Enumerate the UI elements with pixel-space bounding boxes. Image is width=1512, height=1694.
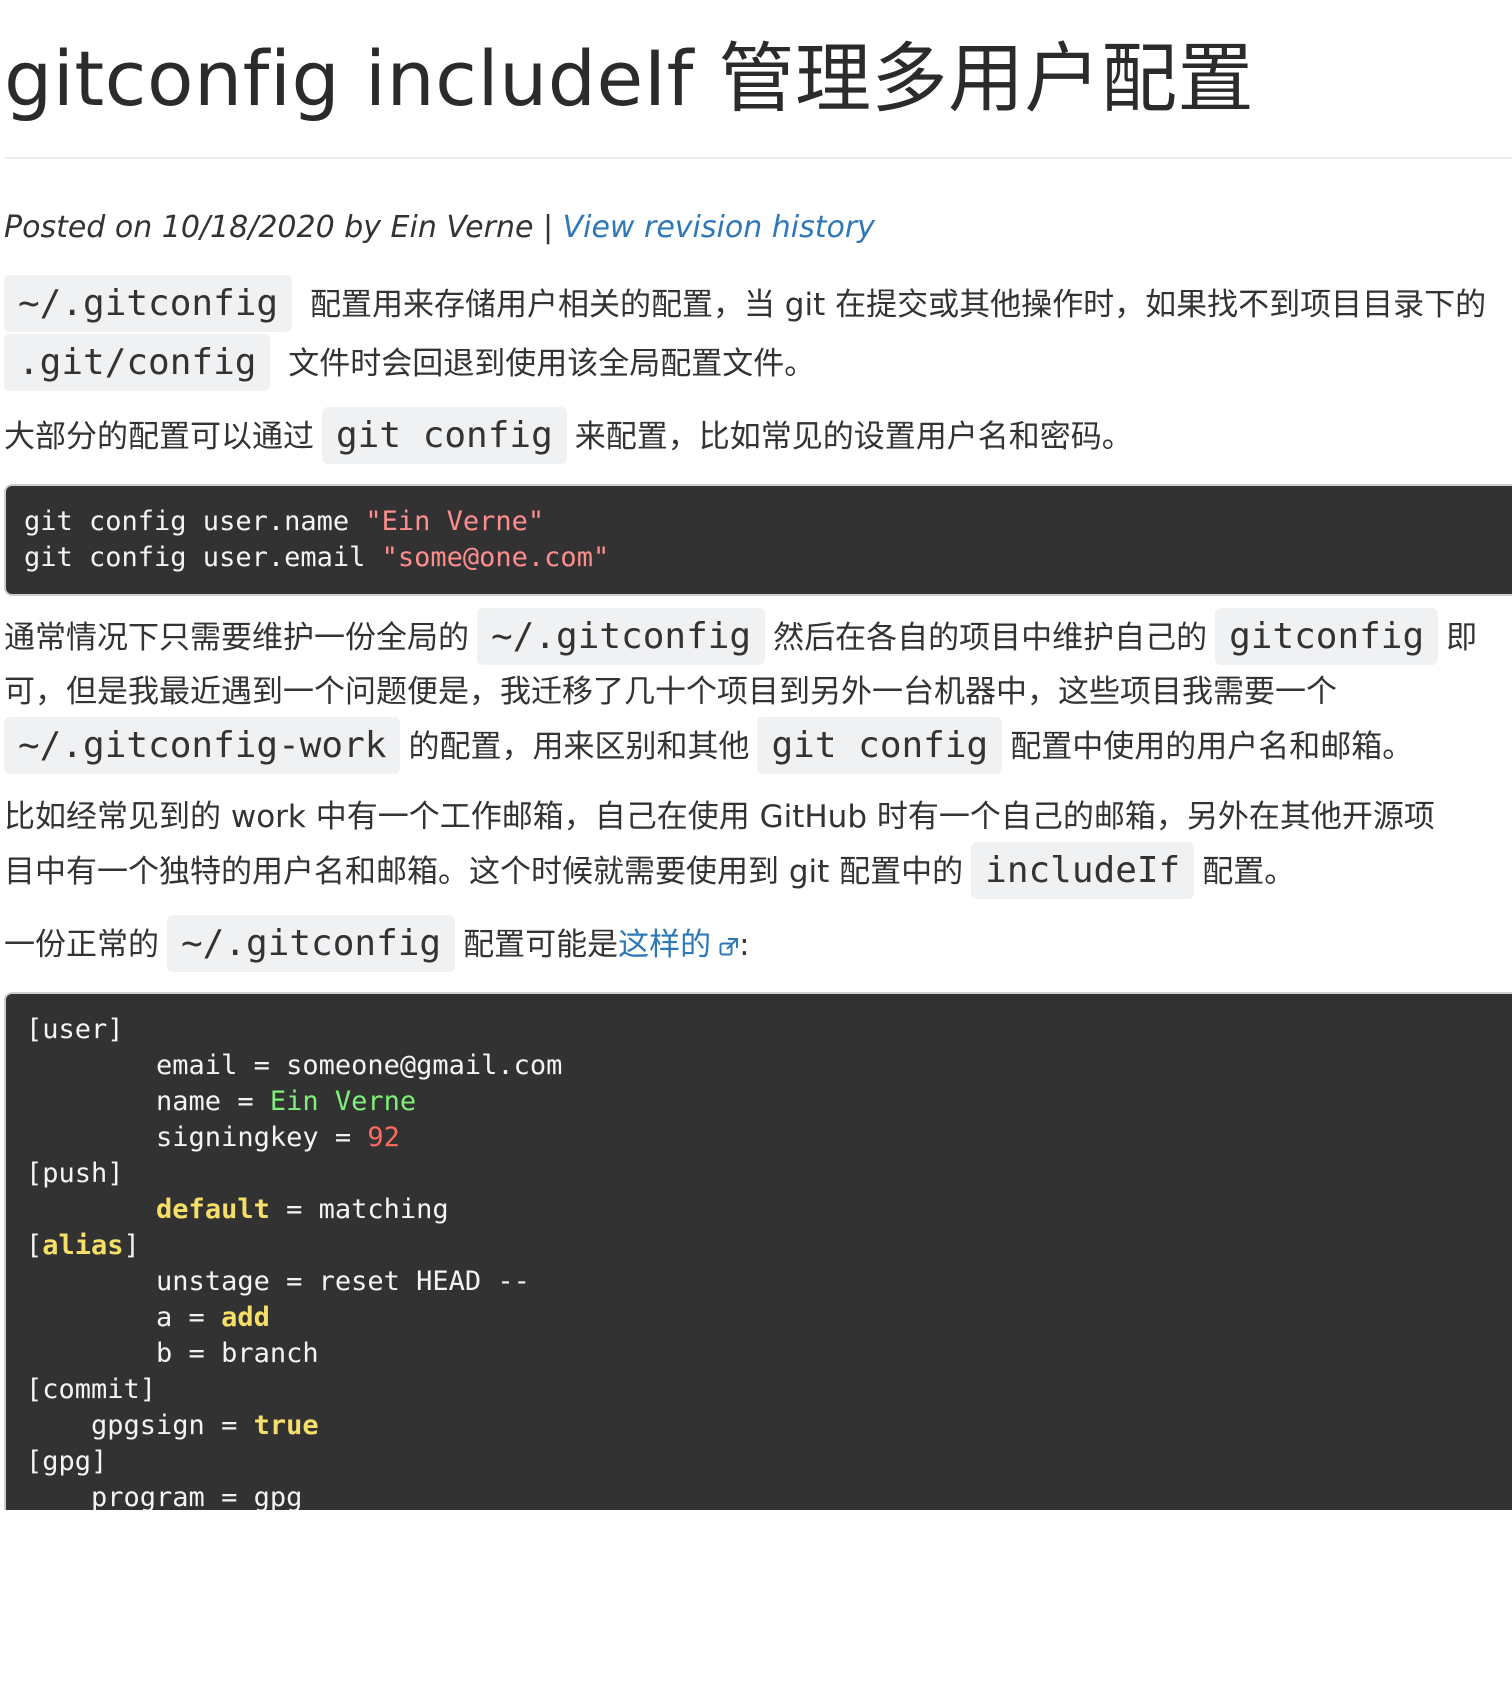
code-block-gitconfig-example: [user] email = someone@gmail.com name = … bbox=[4, 992, 1512, 1510]
code-line: a = add bbox=[26, 1300, 1512, 1336]
paragraph-text: 的配置，用来区别和其他 bbox=[408, 729, 750, 765]
code-string: "Ein Verne" bbox=[365, 506, 545, 537]
code-value: Ein Verne bbox=[269, 1086, 417, 1117]
code-line: name = Ein Verne bbox=[26, 1084, 1512, 1120]
inline-code-gitconfig-local: gitconfig bbox=[1215, 608, 1439, 665]
code-line: default = matching bbox=[26, 1192, 1512, 1228]
code-line: [user] bbox=[26, 1014, 124, 1045]
code-line: [push] bbox=[26, 1158, 124, 1189]
code-text: a = bbox=[26, 1302, 222, 1333]
article: gitconfig includeIf 管理多用户配置 Posted on 10… bbox=[4, 0, 1512, 1510]
paragraph-2: 大部分的配置可以通过 git config 来配置，比如常见的设置用户名和密码。 bbox=[4, 407, 1512, 466]
inline-code-includeif: includeIf bbox=[971, 842, 1195, 899]
posted-info: Posted on 10/18/2020 by Ein Verne | bbox=[4, 210, 563, 245]
code-text: gpgsign = bbox=[26, 1410, 254, 1441]
code-text: name = bbox=[26, 1086, 270, 1117]
code-text: ] bbox=[123, 1230, 140, 1261]
inline-code-git-config: git config bbox=[757, 717, 1003, 774]
paragraph-4: 比如经常见到的 work 中有一个工作邮箱，自己在使用 GitHub 时有一个自… bbox=[4, 790, 1512, 899]
paragraph-5: 一份正常的 ~/.gitconfig 配置可能是这样的: bbox=[4, 915, 1512, 974]
code-line: program = gpg bbox=[26, 1482, 303, 1510]
code-line: gpgsign = true bbox=[26, 1408, 1512, 1444]
paragraph-text: 比如经常见到的 work 中有一个工作邮箱，自己在使用 GitHub 时有一个自… bbox=[4, 799, 1435, 835]
post-meta: Posted on 10/18/2020 by Ein Verne | View… bbox=[4, 209, 1512, 247]
code-text: [ bbox=[26, 1230, 43, 1261]
inline-code-gitconfig: ~/.gitconfig bbox=[167, 915, 456, 972]
code-keyword: add bbox=[221, 1302, 270, 1333]
page-title: gitconfig includeIf 管理多用户配置 bbox=[4, 34, 1255, 123]
external-link-icon bbox=[719, 938, 739, 956]
code-line: b = branch bbox=[26, 1338, 319, 1369]
code-line: git config user.name "Ein Verne" bbox=[24, 504, 1512, 540]
paragraph-1: ~/.gitconfig 配置用来存储用户相关的配置，当 git 在提交或其他操… bbox=[4, 275, 1512, 393]
code-line: [gpg] bbox=[26, 1446, 108, 1477]
revision-history-link[interactable]: View revision history bbox=[563, 210, 875, 245]
paragraph-text: 可，但是我最近遇到一个问题便是，我迁移了几十个项目到另外一台机器中，这些项目我需… bbox=[4, 674, 1337, 710]
title-divider bbox=[4, 157, 1512, 159]
paragraph-text: 即 bbox=[1446, 620, 1478, 656]
paragraph-text: 然后在各自的项目中维护自己的 bbox=[773, 620, 1208, 656]
code-line: signingkey = 92 bbox=[26, 1120, 1512, 1156]
paragraph-text: 文件时会回退到使用该全局配置文件。 bbox=[278, 346, 816, 382]
paragraph-text: : bbox=[739, 927, 750, 963]
paragraph-text: 配置用来存储用户相关的配置，当 git 在提交或其他操作时，如果找不到项目目录下… bbox=[300, 287, 1487, 323]
code-string: "some@one.com" bbox=[381, 542, 610, 573]
code-keyword: true bbox=[253, 1410, 319, 1441]
paragraph-3: 通常情况下只需要维护一份全局的 ~/.gitconfig 然后在各自的项目中维护自己… bbox=[4, 608, 1512, 774]
example-link-label: 这样的 bbox=[618, 927, 712, 963]
code-keyword: alias bbox=[42, 1230, 124, 1261]
inline-code-gitconfig: ~/.gitconfig bbox=[4, 275, 293, 332]
paragraph-text: 目中有一个独特的用户名和邮箱。这个时候就需要使用到 git 配置中的 bbox=[4, 854, 964, 890]
example-link[interactable]: 这样的 bbox=[618, 927, 739, 963]
code-line: [alias] bbox=[26, 1228, 1512, 1264]
paragraph-text: 通常情况下只需要维护一份全局的 bbox=[4, 620, 469, 656]
paragraph-text: 配置可能是 bbox=[463, 927, 619, 963]
code-text: git config user.name bbox=[24, 506, 366, 537]
code-line: email = someone@gmail.com bbox=[26, 1050, 563, 1081]
code-number: 92 bbox=[367, 1122, 400, 1153]
paragraph-text: 配置中使用的用户名和邮箱。 bbox=[1010, 729, 1414, 765]
code-block-git-config-commands: git config user.name "Ein Verne" git conf… bbox=[4, 484, 1512, 596]
code-line: git config user.email "some@one.com" bbox=[24, 540, 1512, 576]
code-text: = matching bbox=[269, 1194, 449, 1225]
inline-code-git-config-path: .git/config bbox=[4, 334, 271, 391]
code-line: [commit] bbox=[26, 1374, 157, 1405]
paragraph-text: 配置。 bbox=[1202, 854, 1296, 890]
paragraph-text: 来配置，比如常见的设置用户名和密码。 bbox=[574, 419, 1133, 455]
inline-code-git-config: git config bbox=[322, 407, 567, 464]
code-text: git config user.email bbox=[24, 542, 382, 573]
inline-code-gitconfig-work: ~/.gitconfig-work bbox=[4, 717, 401, 774]
paragraph-text: 一份正常的 bbox=[4, 927, 159, 963]
paragraph-text: 大部分的配置可以通过 bbox=[4, 419, 314, 455]
inline-code-gitconfig: ~/.gitconfig bbox=[477, 608, 766, 665]
code-text: signingkey = bbox=[26, 1122, 368, 1153]
code-line: unstage = reset HEAD -- bbox=[26, 1266, 530, 1297]
code-keyword: default bbox=[156, 1194, 270, 1225]
